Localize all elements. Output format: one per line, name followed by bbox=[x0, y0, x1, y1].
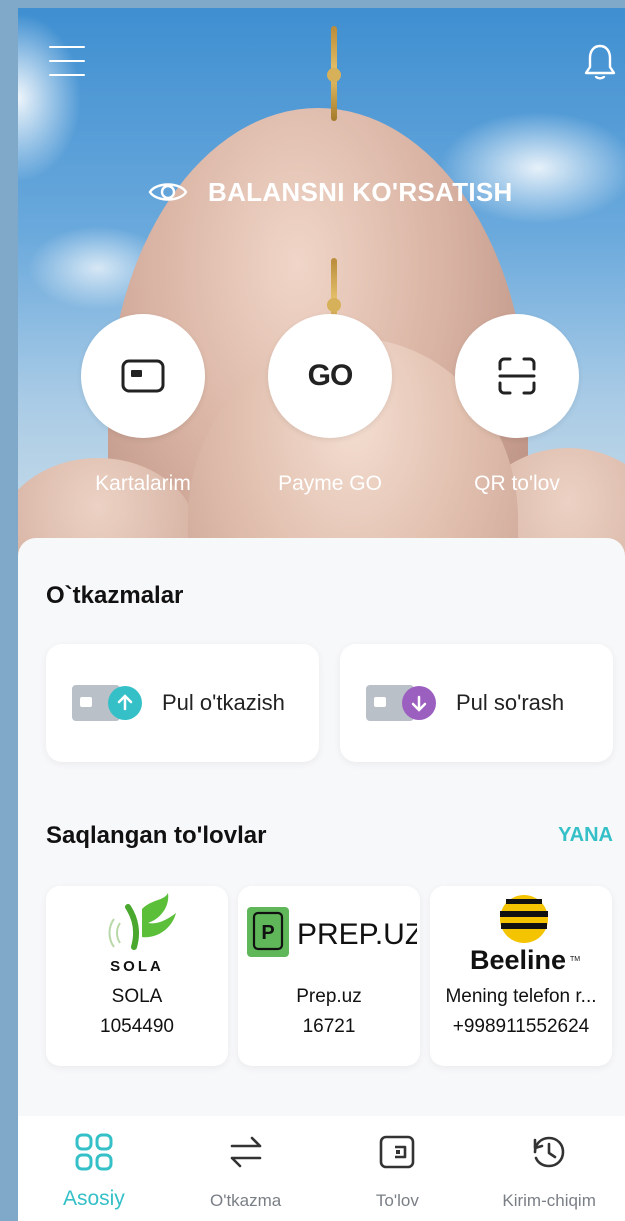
hero-background: BALANSNI KO'RSATISH Kartalarim GO Payme … bbox=[18, 8, 625, 568]
send-money-icon bbox=[72, 681, 142, 725]
payment-number: 1054490 bbox=[100, 1016, 174, 1037]
show-balance-label: BALANSNI KO'RSATISH bbox=[208, 176, 513, 207]
qr-payment-button[interactable] bbox=[455, 314, 579, 438]
show-balance-button[interactable]: BALANSNI KO'RSATISH bbox=[148, 170, 513, 214]
spire-ornament bbox=[327, 68, 341, 82]
beeline-logo: Beeline TM bbox=[430, 886, 612, 982]
go-icon: GO bbox=[307, 359, 354, 392]
send-money-label: Pul o'tkazish bbox=[162, 690, 285, 715]
payme-go-button[interactable]: GO bbox=[268, 314, 392, 438]
request-money-label: Pul so'rash bbox=[456, 690, 565, 715]
request-money-card[interactable]: Pul so'rash bbox=[340, 644, 613, 762]
payment-name: Prep.uz bbox=[296, 986, 362, 1007]
request-money-icon bbox=[366, 681, 436, 725]
send-money-card[interactable]: Pul o'tkazish bbox=[46, 644, 319, 762]
nav-item-transfer[interactable]: O'tkazma bbox=[170, 1116, 322, 1221]
svg-text:P: P bbox=[261, 922, 274, 944]
transfers-title: O`tkazmalar bbox=[46, 582, 184, 609]
wallet-icon bbox=[380, 1135, 415, 1169]
spire-ornament bbox=[327, 298, 341, 312]
my-cards-label: Kartalarim bbox=[95, 472, 191, 495]
nav-label: Kirim-chiqim bbox=[502, 1191, 596, 1210]
payme-go-label: Payme GO bbox=[278, 472, 382, 495]
eye-icon bbox=[148, 183, 188, 201]
sola-logo: SOLA bbox=[46, 886, 228, 982]
qr-payment-action[interactable]: QR to'lov bbox=[454, 314, 580, 496]
payment-name: Mening telefon r... bbox=[445, 986, 597, 1007]
payment-number: +998911552624 bbox=[452, 1016, 590, 1037]
saved-payment-card[interactable]: Beeline TM Mening telefon r... +99891155… bbox=[430, 886, 612, 1066]
payment-name: SOLA bbox=[111, 986, 163, 1007]
svg-text:SOLA: SOLA bbox=[110, 958, 164, 975]
svg-text:Beeline: Beeline bbox=[470, 945, 566, 975]
more-link[interactable]: YANA bbox=[558, 824, 613, 847]
qr-payment-label: QR to'lov bbox=[474, 472, 560, 495]
history-icon bbox=[533, 1136, 565, 1168]
transfer-arrows-icon bbox=[230, 1136, 261, 1168]
bottom-navigation: Asosiy O'tkazma To'lov Kirim-chiqim bbox=[18, 1116, 625, 1221]
card-icon bbox=[121, 359, 165, 393]
home-grid-icon bbox=[75, 1133, 113, 1171]
svg-text:TM: TM bbox=[570, 956, 580, 963]
nav-item-home[interactable]: Asosiy bbox=[18, 1116, 170, 1221]
nav-item-history[interactable]: Kirim-chiqim bbox=[473, 1116, 625, 1221]
app-screen: BALANSNI KO'RSATISH Kartalarim GO Payme … bbox=[18, 8, 625, 1221]
nav-item-payment[interactable]: To'lov bbox=[322, 1116, 474, 1221]
my-cards-action[interactable]: Kartalarim bbox=[80, 314, 206, 496]
my-cards-button[interactable] bbox=[81, 314, 205, 438]
payme-go-action[interactable]: GO Payme GO bbox=[267, 314, 393, 496]
nav-label: O'tkazma bbox=[209, 1191, 282, 1210]
nav-label: Asosiy bbox=[62, 1187, 125, 1210]
saved-payment-card[interactable]: SOLA SOLA 1054490 bbox=[46, 886, 228, 1066]
qr-scan-icon bbox=[498, 357, 536, 395]
bell-icon[interactable] bbox=[580, 40, 620, 84]
svg-text:PREP.UZ: PREP.UZ bbox=[297, 918, 417, 951]
payment-number: 16721 bbox=[302, 1016, 356, 1037]
saved-payment-card[interactable]: P PREP.UZ Prep.uz 16721 bbox=[238, 886, 420, 1066]
nav-label: To'lov bbox=[375, 1191, 419, 1210]
hamburger-menu-icon[interactable] bbox=[48, 46, 86, 76]
prep-uz-logo: P PREP.UZ bbox=[238, 886, 420, 982]
saved-payments-title: Saqlangan to'lovlar bbox=[46, 822, 267, 849]
